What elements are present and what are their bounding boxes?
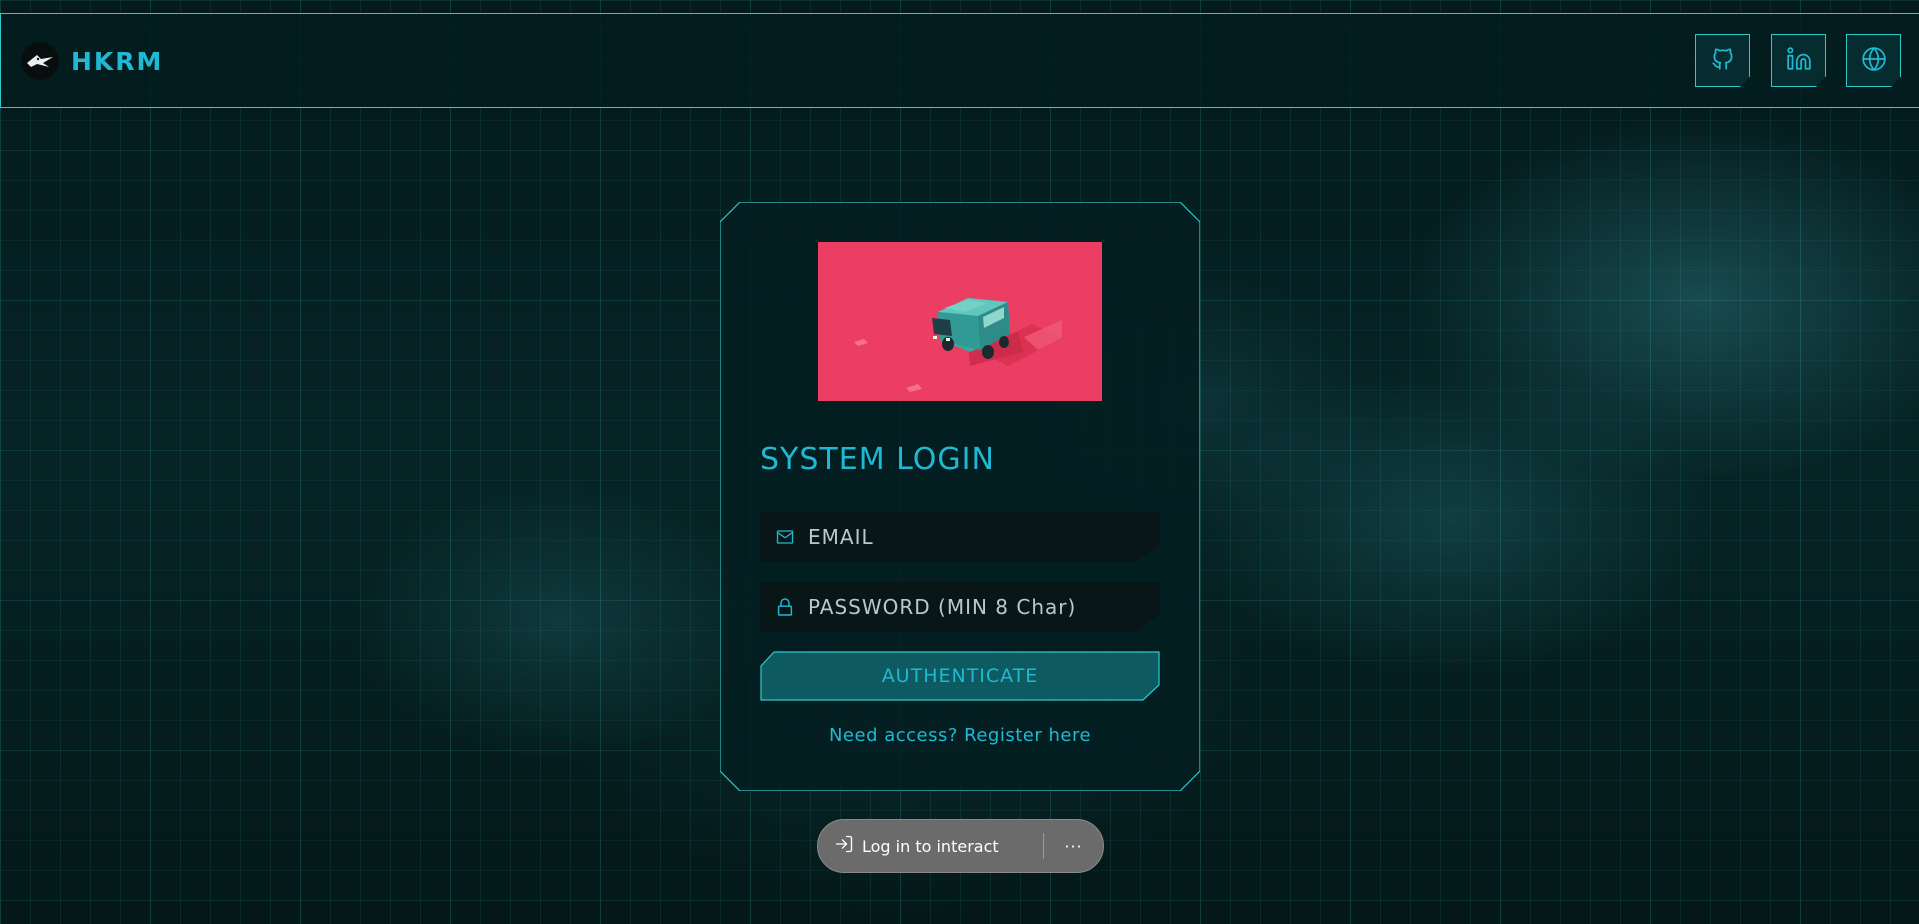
brand[interactable]: HKRM (21, 42, 163, 80)
authenticate-button[interactable]: AUTHENTICATE (760, 651, 1160, 701)
mail-icon (774, 526, 796, 548)
linkedin-link-button[interactable] (1771, 34, 1826, 87)
register-link[interactable]: Need access? Register here (720, 725, 1200, 746)
login-to-interact-button[interactable]: Log in to interact (818, 820, 1043, 872)
more-options-button[interactable]: ··· (1044, 820, 1103, 872)
lock-icon (774, 596, 796, 618)
github-icon (1710, 46, 1736, 76)
login-card: SYSTEM LOGIN AUTHENTI (720, 202, 1200, 791)
login-to-interact-label: Log in to interact (862, 836, 999, 856)
github-link-button[interactable] (1695, 34, 1750, 87)
login-title: SYSTEM LOGIN (760, 442, 995, 477)
email-input[interactable] (808, 525, 1160, 549)
login-illustration (818, 242, 1102, 401)
password-field[interactable] (760, 582, 1160, 632)
top-header: HKRM (0, 13, 1919, 108)
website-link-button[interactable] (1846, 34, 1901, 87)
email-field[interactable] (760, 512, 1160, 562)
van-illustration (818, 242, 1102, 401)
brand-logo-icon (21, 42, 59, 80)
linkedin-icon (1786, 46, 1812, 76)
sign-in-icon (834, 834, 854, 858)
brand-name: HKRM (71, 46, 164, 76)
authenticate-label: AUTHENTICATE (881, 665, 1039, 687)
password-input[interactable] (808, 595, 1160, 619)
more-options-icon: ··· (1064, 836, 1083, 856)
globe-icon (1861, 46, 1887, 76)
login-to-interact-pill: Log in to interact ··· (817, 819, 1104, 873)
login-page: HKRM SYSTEM LOGIN EMAIL AUTHENTICATE Nee… (0, 0, 1919, 924)
